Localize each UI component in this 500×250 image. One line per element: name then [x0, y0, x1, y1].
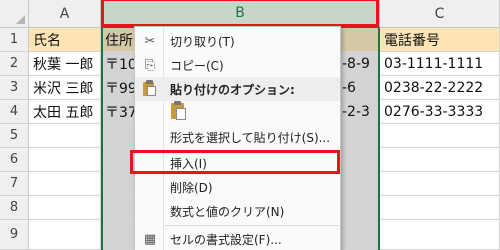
format-cells-icon: ▦	[143, 231, 157, 247]
menu-item-clear-contents-label: 数式と値のクリア(N)	[170, 204, 285, 219]
row-header-5[interactable]: 5	[0, 124, 29, 148]
column-header-a[interactable]: A	[29, 0, 101, 28]
cell-a6[interactable]	[29, 148, 101, 172]
cell-c3[interactable]: 0238-22-2222	[380, 76, 500, 100]
cell-a4[interactable]: 太田 五郎	[29, 100, 101, 124]
row-header-4[interactable]: 4	[0, 100, 29, 124]
menu-item-cut-label: 切り取り(T)	[170, 34, 235, 49]
row-header-3[interactable]: 3	[0, 76, 29, 100]
cell-c6[interactable]	[380, 148, 500, 172]
cell-b3-tail: -6	[342, 80, 356, 96]
cell-c8[interactable]	[380, 196, 500, 220]
row-header-6[interactable]: 6	[0, 148, 29, 172]
select-all-corner[interactable]	[0, 0, 29, 28]
menu-item-copy[interactable]: ⎘ コピー(C)	[135, 53, 340, 77]
row-header-9[interactable]: 9	[0, 220, 29, 250]
menu-item-paste-special-label: 形式を選択して貼り付け(S)...	[170, 130, 331, 145]
row-header-8[interactable]: 8	[0, 196, 29, 220]
row-header-2[interactable]: 2	[0, 52, 29, 76]
menu-separator	[165, 225, 339, 226]
cell-c7[interactable]	[380, 172, 500, 196]
cell-c9[interactable]	[380, 220, 500, 250]
cell-c4[interactable]: 0276-33-3333	[380, 100, 500, 124]
cell-a1[interactable]: 氏名	[29, 28, 101, 52]
menu-item-format-cells-label: セルの書式設定(F)...	[170, 232, 282, 247]
cell-a2[interactable]: 秋葉 一郎	[29, 52, 101, 76]
menu-item-insert-label: 挿入(I)	[170, 156, 207, 171]
menu-item-format-cells[interactable]: ▦ セルの書式設定(F)...	[135, 227, 340, 250]
menu-item-insert[interactable]: 挿入(I)	[135, 151, 340, 175]
column-header-b[interactable]: B	[101, 0, 380, 28]
scissors-icon: ✂	[144, 33, 156, 49]
cell-a7[interactable]	[29, 172, 101, 196]
row-header-1[interactable]: 1	[0, 28, 29, 52]
cell-a8[interactable]	[29, 196, 101, 220]
copy-icon: ⎘	[144, 57, 156, 73]
cell-a5[interactable]	[29, 124, 101, 148]
paste-heading-icon	[143, 80, 157, 98]
cell-a3[interactable]: 米沢 三郎	[29, 76, 101, 100]
cell-b4-tail: -2-3	[342, 104, 370, 120]
cell-b2-tail: -8-9	[342, 56, 370, 72]
row-header-7[interactable]: 7	[0, 172, 29, 196]
menu-item-clear-contents[interactable]: 数式と値のクリア(N)	[135, 199, 340, 223]
cell-c2[interactable]: 03-1111-1111	[380, 52, 500, 76]
context-menu: ✂ 切り取り(T) ⎘ コピー(C) 貼り付けのオプション: 形式を選択して貼り…	[134, 26, 341, 250]
menu-item-delete[interactable]: 削除(D)	[135, 175, 340, 199]
paste-options-heading-label: 貼り付けのオプション:	[170, 82, 295, 97]
menu-item-cut[interactable]: ✂ 切り取り(T)	[135, 29, 340, 53]
cell-c5[interactable]	[380, 124, 500, 148]
menu-item-copy-label: コピー(C)	[170, 58, 224, 73]
paste-icon[interactable]	[171, 101, 187, 121]
cell-a9[interactable]	[29, 220, 101, 250]
cell-c1[interactable]: 電話番号	[380, 28, 500, 52]
menu-item-delete-label: 削除(D)	[170, 180, 213, 195]
paste-options-heading: 貼り付けのオプション:	[135, 77, 340, 101]
column-header-c[interactable]: C	[380, 0, 500, 28]
menu-item-paste-special[interactable]: 形式を選択して貼り付け(S)...	[135, 125, 340, 149]
